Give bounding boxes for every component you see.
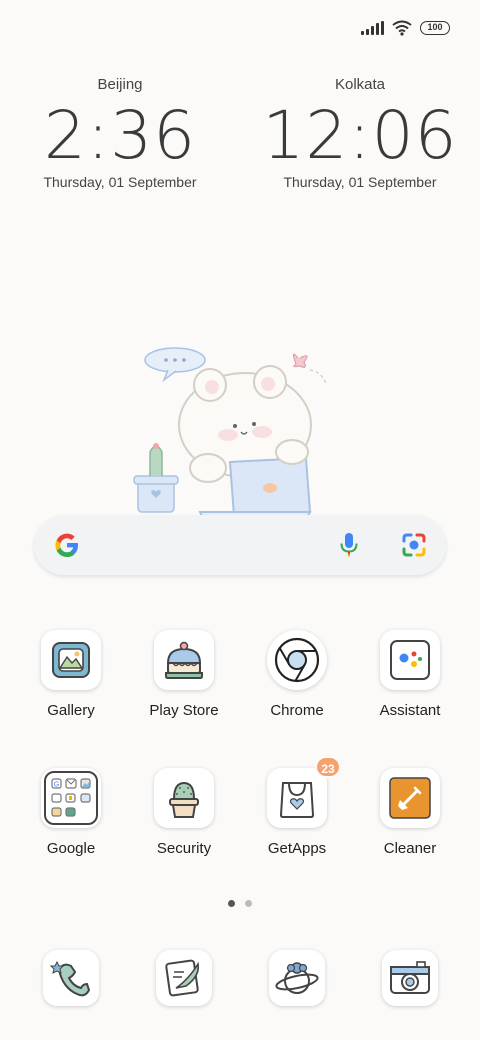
bag-icon (267, 768, 327, 828)
app-chrome[interactable]: Chrome (241, 630, 353, 719)
clock-time: 2:36 (43, 97, 197, 174)
camera-icon (382, 950, 438, 1006)
page-dot-1[interactable] (228, 900, 235, 907)
app-label: Security (156, 840, 212, 857)
message-icon (156, 950, 212, 1006)
app-gallery[interactable]: Gallery (15, 630, 127, 719)
wallpaper-bear-illustration (133, 347, 327, 521)
assistant-icon (380, 630, 440, 690)
mic-icon[interactable] (338, 531, 360, 559)
app-cleaner[interactable]: Cleaner (354, 768, 466, 857)
signal-icon (361, 21, 384, 35)
app-google-folder[interactable]: G Google (15, 768, 127, 857)
clock-date: Thursday, 01 September (43, 174, 197, 190)
app-play-store[interactable]: Play Store (128, 630, 240, 719)
clock-widget-beijing[interactable]: Beijing 2:36 Thursday, 01 September (20, 76, 220, 190)
lens-icon[interactable] (400, 531, 428, 559)
clock-widget-kolkata[interactable]: Kolkata 12:06 Thursday, 01 September (260, 76, 460, 190)
app-getapps[interactable]: 23 GetApps (241, 756, 353, 857)
dock-messages[interactable] (128, 950, 240, 1006)
app-label: Chrome (270, 702, 324, 719)
clock-date: Thursday, 01 September (283, 174, 437, 190)
page-dot-2[interactable] (245, 900, 252, 907)
chrome-icon (267, 630, 327, 690)
app-label: Assistant (379, 702, 441, 719)
google-folder-icon: G (41, 768, 101, 828)
app-label: Play Store (149, 702, 219, 719)
notification-badge: 23 (315, 756, 341, 778)
broom-icon (380, 768, 440, 828)
page-indicator[interactable] (0, 900, 480, 907)
dock-camera[interactable] (354, 950, 466, 1006)
dock-browser[interactable] (241, 950, 353, 1006)
svg-text:G: G (54, 782, 59, 789)
status-bar: 100 (361, 14, 450, 42)
gallery-icon (41, 630, 101, 690)
clock-city: Beijing (97, 76, 143, 93)
app-security[interactable]: Security (128, 768, 240, 857)
google-search-bar[interactable] (34, 515, 446, 575)
app-label: Gallery (47, 702, 95, 719)
app-assistant[interactable]: Assistant (354, 630, 466, 719)
clock-city: Kolkata (334, 76, 386, 93)
google-g-icon (55, 533, 78, 557)
wifi-icon (392, 20, 412, 36)
battery-icon: 100 (420, 21, 450, 35)
dock-phone[interactable] (15, 950, 127, 1006)
clock-time: 12:06 (262, 97, 458, 174)
cake-icon (154, 630, 214, 690)
cactus-icon (154, 768, 214, 828)
app-label: GetApps (267, 840, 327, 857)
browser-planet-icon (269, 950, 325, 1006)
app-label: Google (46, 840, 96, 857)
app-label: Cleaner (383, 840, 437, 857)
phone-icon (43, 950, 99, 1006)
